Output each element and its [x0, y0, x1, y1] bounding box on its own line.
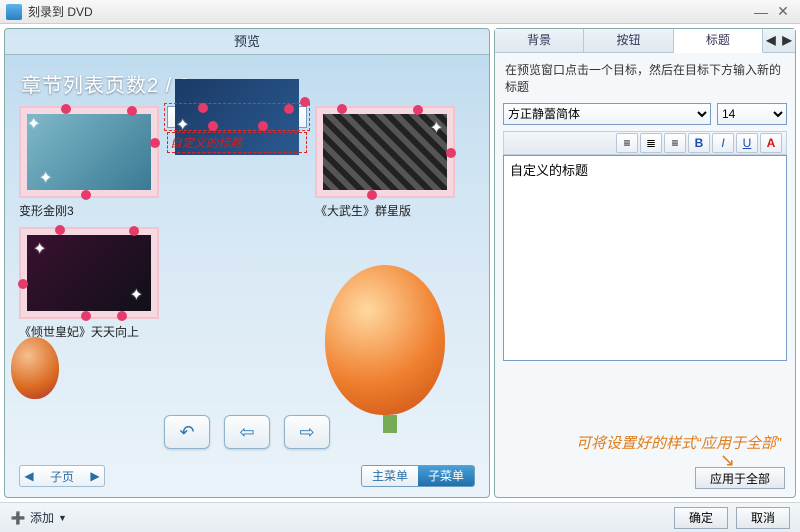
- app-icon: [6, 4, 22, 20]
- chapter-caption[interactable]: 变形金刚3: [19, 202, 159, 219]
- chapter-thumb[interactable]: ✦ 《大武生》群星版: [315, 106, 455, 219]
- window-title: 刻录到 DVD: [28, 3, 93, 20]
- preview-stage[interactable]: 章节列表页数2 / 2 ✦✦ 变形金刚3 ✦ 自定义的标题: [5, 55, 489, 409]
- tab-scroll-left-icon[interactable]: ◀: [763, 29, 779, 52]
- nav-prev-button[interactable]: ⇦: [224, 415, 270, 449]
- annotation-text: 可将设置好的样式“应用于全部”: [495, 424, 795, 455]
- chapter-thumb[interactable]: ✦ 自定义的标题: [167, 106, 307, 219]
- align-center-button[interactable]: ≣: [640, 133, 662, 153]
- side-hint: 在预览窗口点击一个目标，然后在目标下方输入新的标题: [495, 53, 795, 103]
- balloon-decor: [11, 337, 59, 399]
- ok-button[interactable]: 确定: [674, 507, 728, 529]
- seg-sub-menu[interactable]: 子菜单: [418, 466, 474, 486]
- cancel-button[interactable]: 取消: [736, 507, 790, 529]
- footer: ➕ 添加 ▼ 确定 取消: [0, 502, 800, 532]
- preview-pane: 预览 章节列表页数2 / 2 ✦✦ 变形金刚3 ✦: [4, 28, 490, 498]
- chapter-thumb[interactable]: ✦✦ 《倾世皇妃》天天向上: [19, 227, 159, 340]
- title-textarea[interactable]: 自定义的标题: [503, 155, 787, 361]
- font-size-select[interactable]: 14: [717, 103, 787, 125]
- nav-next-button[interactable]: ⇨: [284, 415, 330, 449]
- align-right-button[interactable]: ≡: [664, 133, 686, 153]
- subpage-pager[interactable]: ◀ 子页 ▶: [19, 465, 105, 487]
- side-tabs: 背景 按钮 标题 ◀ ▶: [495, 29, 795, 53]
- pager-next-icon[interactable]: ▶: [86, 469, 104, 483]
- nav-return-button[interactable]: ↶: [164, 415, 210, 449]
- align-left-button[interactable]: ≡: [616, 133, 638, 153]
- chapter-caption[interactable]: 《大武生》群星版: [315, 202, 455, 219]
- tab-button[interactable]: 按钮: [584, 29, 673, 52]
- balloon-decor: [325, 265, 445, 415]
- add-dropdown[interactable]: ➕ 添加 ▼: [10, 509, 67, 526]
- seg-main-menu[interactable]: 主菜单: [362, 466, 418, 486]
- apply-all-button[interactable]: 应用于全部: [695, 467, 785, 489]
- add-icon: ➕: [10, 510, 26, 526]
- italic-button[interactable]: I: [712, 133, 734, 153]
- font-family-select[interactable]: 方正静蕾简体: [503, 103, 711, 125]
- pager-prev-icon[interactable]: ◀: [20, 469, 38, 483]
- side-pane: 背景 按钮 标题 ◀ ▶ 在预览窗口点击一个目标，然后在目标下方输入新的标题 方…: [494, 28, 796, 498]
- menu-segment: 主菜单 子菜单: [361, 465, 475, 487]
- chapter-caption-editing[interactable]: 自定义的标题: [167, 132, 307, 153]
- tab-background[interactable]: 背景: [495, 29, 584, 52]
- bold-button[interactable]: B: [688, 133, 710, 153]
- tab-title[interactable]: 标题: [674, 29, 763, 53]
- underline-button[interactable]: U: [736, 133, 758, 153]
- font-color-button[interactable]: A: [760, 133, 782, 153]
- annotation-arrow-icon: ↘: [495, 455, 795, 465]
- close-button[interactable]: ✕: [772, 3, 794, 20]
- chevron-down-icon: ▼: [58, 513, 67, 523]
- pager-label: 子页: [38, 468, 86, 485]
- text-toolbar: ≡ ≣ ≡ B I U A: [503, 131, 787, 155]
- minimize-button[interactable]: —: [750, 4, 772, 20]
- preview-header: 预览: [5, 29, 489, 55]
- chapter-thumb[interactable]: ✦✦ 变形金刚3: [19, 106, 159, 219]
- nav-row: ↶ ⇦ ⇨: [5, 409, 489, 459]
- titlebar: 刻录到 DVD — ✕: [0, 0, 800, 24]
- tab-scroll-right-icon[interactable]: ▶: [779, 29, 795, 52]
